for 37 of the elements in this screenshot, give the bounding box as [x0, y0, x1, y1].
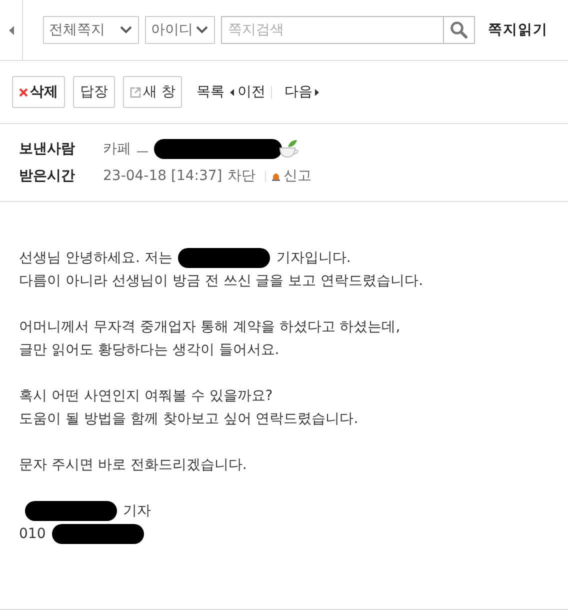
list-link[interactable]: 목록 — [196, 83, 224, 101]
next-link[interactable]: 다음 — [284, 83, 320, 101]
message-text: 어머니께서 무자격 중개업자 통해 계약을 하셨다고 하셨는데, — [19, 318, 400, 336]
folder-dropdown[interactable]: 전체쪽지 — [43, 16, 139, 44]
message-text: 혹시 어떤 사연인지 여쭤볼 수 있을까요? — [19, 386, 273, 404]
delete-button[interactable]: 삭제 — [12, 76, 65, 108]
left-arrow-icon — [230, 88, 234, 96]
sender-label: 보낸사람 — [19, 140, 76, 158]
message-text: 기자 — [123, 502, 151, 520]
message-text: 도움이 될 방법을 함께 찾아보고 싶어 연락드렸습니다. — [19, 410, 358, 428]
search-icon — [450, 21, 468, 39]
received-time: 23-04-18 [14:37] — [103, 168, 222, 184]
message-text: 글만 읽어도 황당하다는 생각이 들어서요. — [19, 340, 280, 358]
right-arrow-icon — [315, 88, 320, 96]
close-icon — [19, 88, 28, 96]
page-title: 쪽지읽기 — [488, 21, 548, 39]
search-field[interactable]: 쪽지검색 — [221, 16, 444, 44]
left-arrow-icon[interactable] — [8, 26, 14, 34]
block-link[interactable]: 차단 — [227, 167, 256, 185]
external-link-icon — [130, 86, 141, 98]
message-text: 다름이 아니라 선생님이 방금 전 쓰신 글을 보고 연락드렸습니다. — [19, 272, 424, 290]
chevron-down-icon — [196, 26, 208, 34]
previous-link[interactable]: 이전 — [230, 83, 266, 101]
siren-icon — [271, 171, 282, 181]
reply-button[interactable]: 답장 — [73, 76, 115, 108]
message-text: 기자입니다. — [276, 248, 351, 266]
new-window-button[interactable]: 새 창 — [123, 76, 182, 108]
message-text: 선생님 안녕하세요. 저는 — [19, 248, 172, 266]
message-text: 문자 주시면 바로 전화드리겠습니다. — [19, 456, 247, 474]
received-time-label: 받은시간 — [19, 167, 76, 185]
message-text: 010 — [19, 526, 46, 542]
sender-prefix: 카페 ㅡ — [103, 140, 150, 158]
search-button[interactable] — [443, 16, 475, 44]
field-dropdown[interactable]: 아이디 — [145, 16, 215, 44]
report-link[interactable]: 신고 — [271, 167, 312, 185]
chevron-down-icon — [120, 26, 132, 34]
teacup-icon — [278, 139, 300, 159]
